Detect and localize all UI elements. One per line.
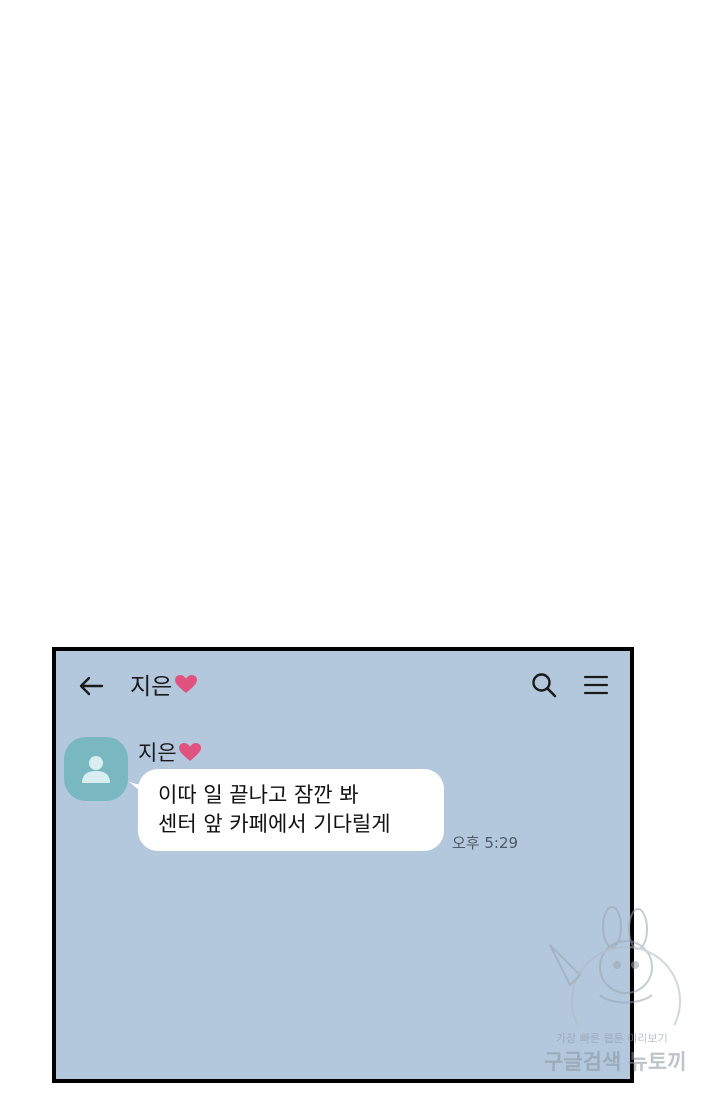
message-bubble-wrapper: 이따 일 끝나고 잠깐 봐 센터 앞 카페에서 기다릴게 (128, 769, 448, 853)
message-timestamp: 오후 5:29 (452, 834, 519, 852)
person-icon (82, 756, 110, 783)
message-text-line: 센터 앞 카페에서 기다릴게 (158, 812, 391, 836)
message-bubble[interactable]: 이따 일 끝나고 잠깐 봐 센터 앞 카페에서 기다릴게 (138, 769, 444, 851)
heart-icon (178, 742, 202, 762)
message-text-line: 이따 일 끝나고 잠깐 봐 (158, 783, 359, 807)
chat-screen-panel: 지은 지은 이따 일 끝나고 잠깐 봐 센터 앞 카페에서 기다릴게 오후 5:… (52, 647, 634, 1083)
message-row: 지은 이따 일 끝나고 잠깐 봐 센터 앞 카페에서 기다릴게 오후 5:29 (56, 651, 630, 1079)
avatar[interactable] (64, 737, 128, 801)
sender-name-text: 지은 (138, 741, 177, 765)
sender-name: 지은 (138, 737, 202, 767)
